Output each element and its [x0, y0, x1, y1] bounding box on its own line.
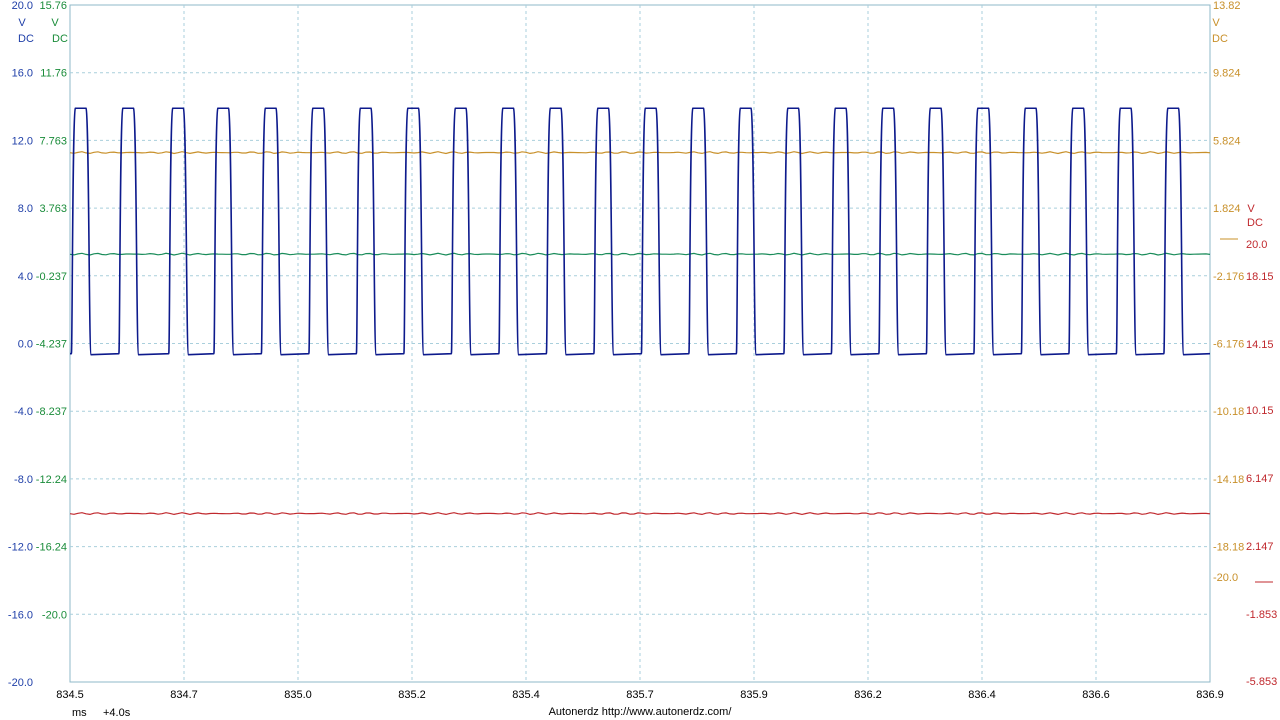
x-tick-label: 835.9	[740, 689, 768, 701]
y-tick-label-ch1: 8.0	[18, 203, 33, 215]
unit-label-ch4: V	[1247, 203, 1255, 215]
x-tick-label: 836.4	[968, 689, 996, 701]
y-tick-label-ch2: -20.0	[42, 609, 67, 621]
y-tick-label-ch3: -18.18	[1213, 542, 1244, 554]
y-tick-label-ch2: -16.24	[36, 542, 67, 554]
y-tick-label-ch3: -10.18	[1213, 406, 1244, 418]
unit-label-ch1: V	[18, 17, 26, 29]
y-tick-label-ch4: 10.15	[1246, 405, 1274, 417]
chart-grid	[69, 4, 1211, 683]
y-tick-label-ch2: 15.76	[39, 0, 67, 12]
time-unit-label: ms	[72, 707, 87, 719]
trace-ch3	[69, 151, 1211, 155]
y-tick-label-ch1: -12.0	[8, 542, 33, 554]
y-tick-label-ch2: -4.237	[36, 339, 67, 351]
x-tick-label: 834.5	[56, 689, 84, 701]
y-tick-label-ch1: 4.0	[18, 271, 33, 283]
y-tick-label-ch1: 0.0	[18, 339, 33, 351]
y-tick-label-ch2: -12.24	[36, 474, 67, 486]
y-tick-label-ch4: 18.15	[1246, 271, 1274, 283]
y-tick-label-ch3: 9.824	[1213, 68, 1241, 80]
y-tick-label-ch3: -6.176	[1213, 339, 1244, 351]
x-tick-label: 836.6	[1082, 689, 1110, 701]
unit-label-ch2: DC	[52, 33, 68, 45]
unit-label-ch3: V	[1212, 17, 1220, 29]
credit-text: Autonerdz http://www.autonerdz.com/	[549, 706, 733, 718]
y-tick-label-ch1: -16.0	[8, 609, 33, 621]
unit-label-ch3: DC	[1212, 33, 1228, 45]
y-tick-label-ch4: -1.853	[1246, 609, 1277, 621]
y-tick-label-ch3: 5.824	[1213, 135, 1241, 147]
y-tick-label-ch1: -8.0	[14, 474, 33, 486]
y-tick-label-ch2: -8.237	[36, 406, 67, 418]
unit-label-ch4: DC	[1247, 217, 1263, 229]
y-tick-label-ch1: 16.0	[12, 68, 33, 80]
y-tick-label-ch2: 11.76	[40, 68, 67, 80]
y-tick-label-ch4: 14.15	[1246, 339, 1274, 351]
y-tick-label-ch4: 20.0	[1246, 239, 1267, 251]
y-tick-label-ch4: 2.147	[1246, 541, 1274, 553]
y-tick-label-ch3: 13.82	[1213, 0, 1241, 12]
trace-ch4	[69, 512, 1211, 516]
unit-label-ch1: DC	[18, 33, 34, 45]
x-tick-label: 836.2	[854, 689, 882, 701]
oscilloscope-chart: 834.5 834.7 835.0 835.2 835.4 835.7 835.9 836.2…	[8, 0, 1277, 719]
unit-label-ch2: V	[51, 17, 59, 29]
chart-footer: ms +4.0s Autonerdz http://www.autonerdz.…	[72, 706, 732, 719]
x-tick-label: 835.4	[512, 689, 540, 701]
x-tick-label: 835.7	[626, 689, 654, 701]
y-tick-label-ch1: 12.0	[12, 135, 33, 147]
y-tick-label-ch3: -14.18	[1213, 474, 1244, 486]
y-tick-label-ch4: 6.147	[1246, 473, 1274, 485]
x-tick-label: 836.9	[1196, 689, 1224, 701]
y-tick-label-ch2: 3.763	[39, 203, 67, 215]
axis-labels: 834.5 834.7 835.0 835.2 835.4 835.7 835.9 836.2…	[8, 0, 1277, 701]
x-tick-label: 835.0	[284, 689, 312, 701]
y-tick-label-ch1: -4.0	[14, 406, 33, 418]
y-tick-label-ch1: 20.0	[12, 0, 33, 12]
time-offset-label: +4.0s	[103, 707, 131, 719]
x-tick-label: 835.2	[398, 689, 426, 701]
y-tick-label-ch4: -5.853	[1246, 676, 1277, 688]
y-tick-label-ch3: -2.176	[1213, 271, 1244, 283]
y-tick-label-ch3: 1.824	[1213, 203, 1241, 215]
y-tick-label-ch3: -20.0	[1213, 572, 1238, 584]
x-tick-label: 834.7	[170, 689, 198, 701]
y-tick-label-ch2: -0.237	[36, 271, 67, 283]
y-tick-label-ch1: -20.0	[8, 677, 33, 689]
y-tick-label-ch2: 7.763	[39, 135, 67, 147]
